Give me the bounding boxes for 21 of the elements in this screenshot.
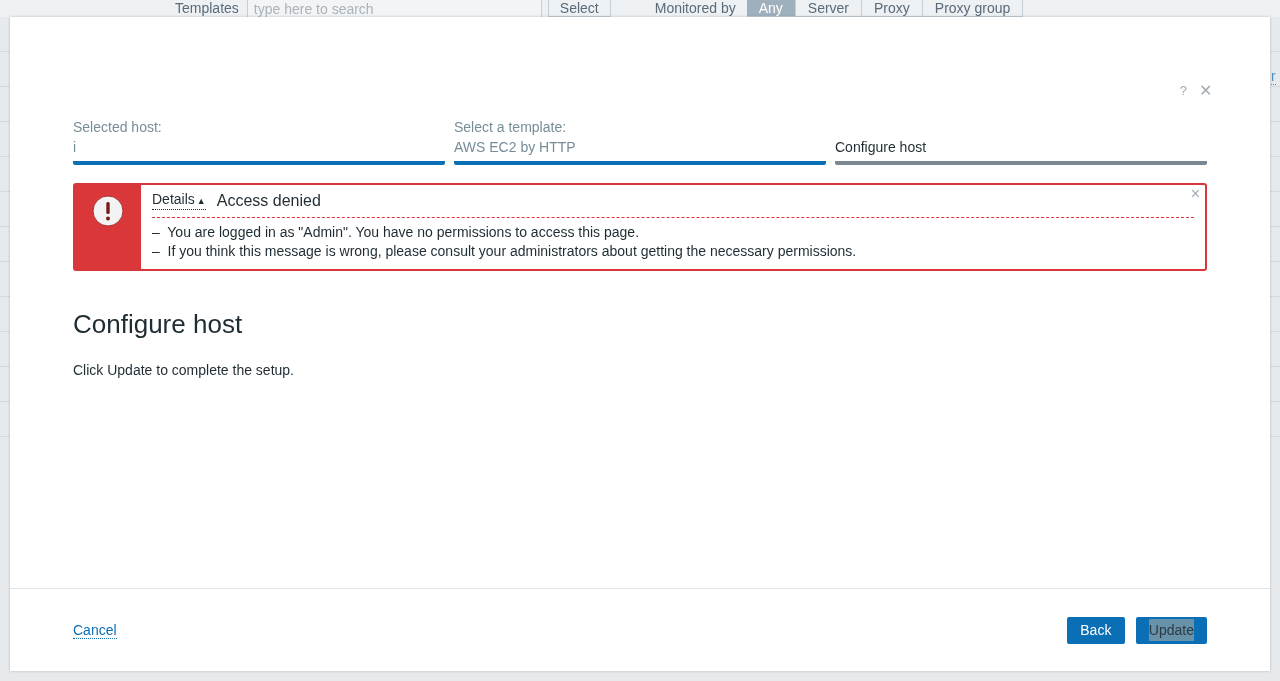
filter-tab[interactable]: Proxy group bbox=[922, 0, 1024, 17]
filter-tab[interactable]: Server bbox=[795, 0, 863, 17]
templates-label: Templates bbox=[175, 0, 239, 17]
instruction-text: Click Update to complete the setup. bbox=[73, 362, 295, 378]
error-title: Access denied bbox=[216, 192, 321, 210]
details-toggle[interactable]: Details▲ bbox=[152, 192, 206, 210]
wizard-step: Selected host: i bbox=[73, 117, 445, 165]
cancel-link[interactable]: Cancel bbox=[73, 621, 117, 639]
warning-icon bbox=[92, 195, 124, 227]
filter-tab[interactable]: Proxy bbox=[862, 0, 923, 17]
back-button[interactable]: Back bbox=[1066, 616, 1125, 644]
update-button[interactable]: Update bbox=[1135, 616, 1207, 644]
wizard-step: Select a template: AWS EC2 by HTTP bbox=[454, 117, 826, 165]
error-detail: – If you think this message is wrong, please consult your administrators about getting the necessary permissions. bbox=[152, 242, 858, 261]
monitored-by-label: Monitored by bbox=[654, 0, 736, 17]
error-detail: – You are logged in as "Admin". You have no permissions to access this page. bbox=[152, 223, 641, 242]
search-field[interactable]: type here to search bbox=[246, 0, 542, 17]
wizard-step: Configure host bbox=[835, 117, 1207, 165]
select-button[interactable]: Select bbox=[547, 0, 611, 17]
link[interactable]: r bbox=[1271, 68, 1276, 85]
section-heading: Configure host bbox=[73, 309, 244, 340]
